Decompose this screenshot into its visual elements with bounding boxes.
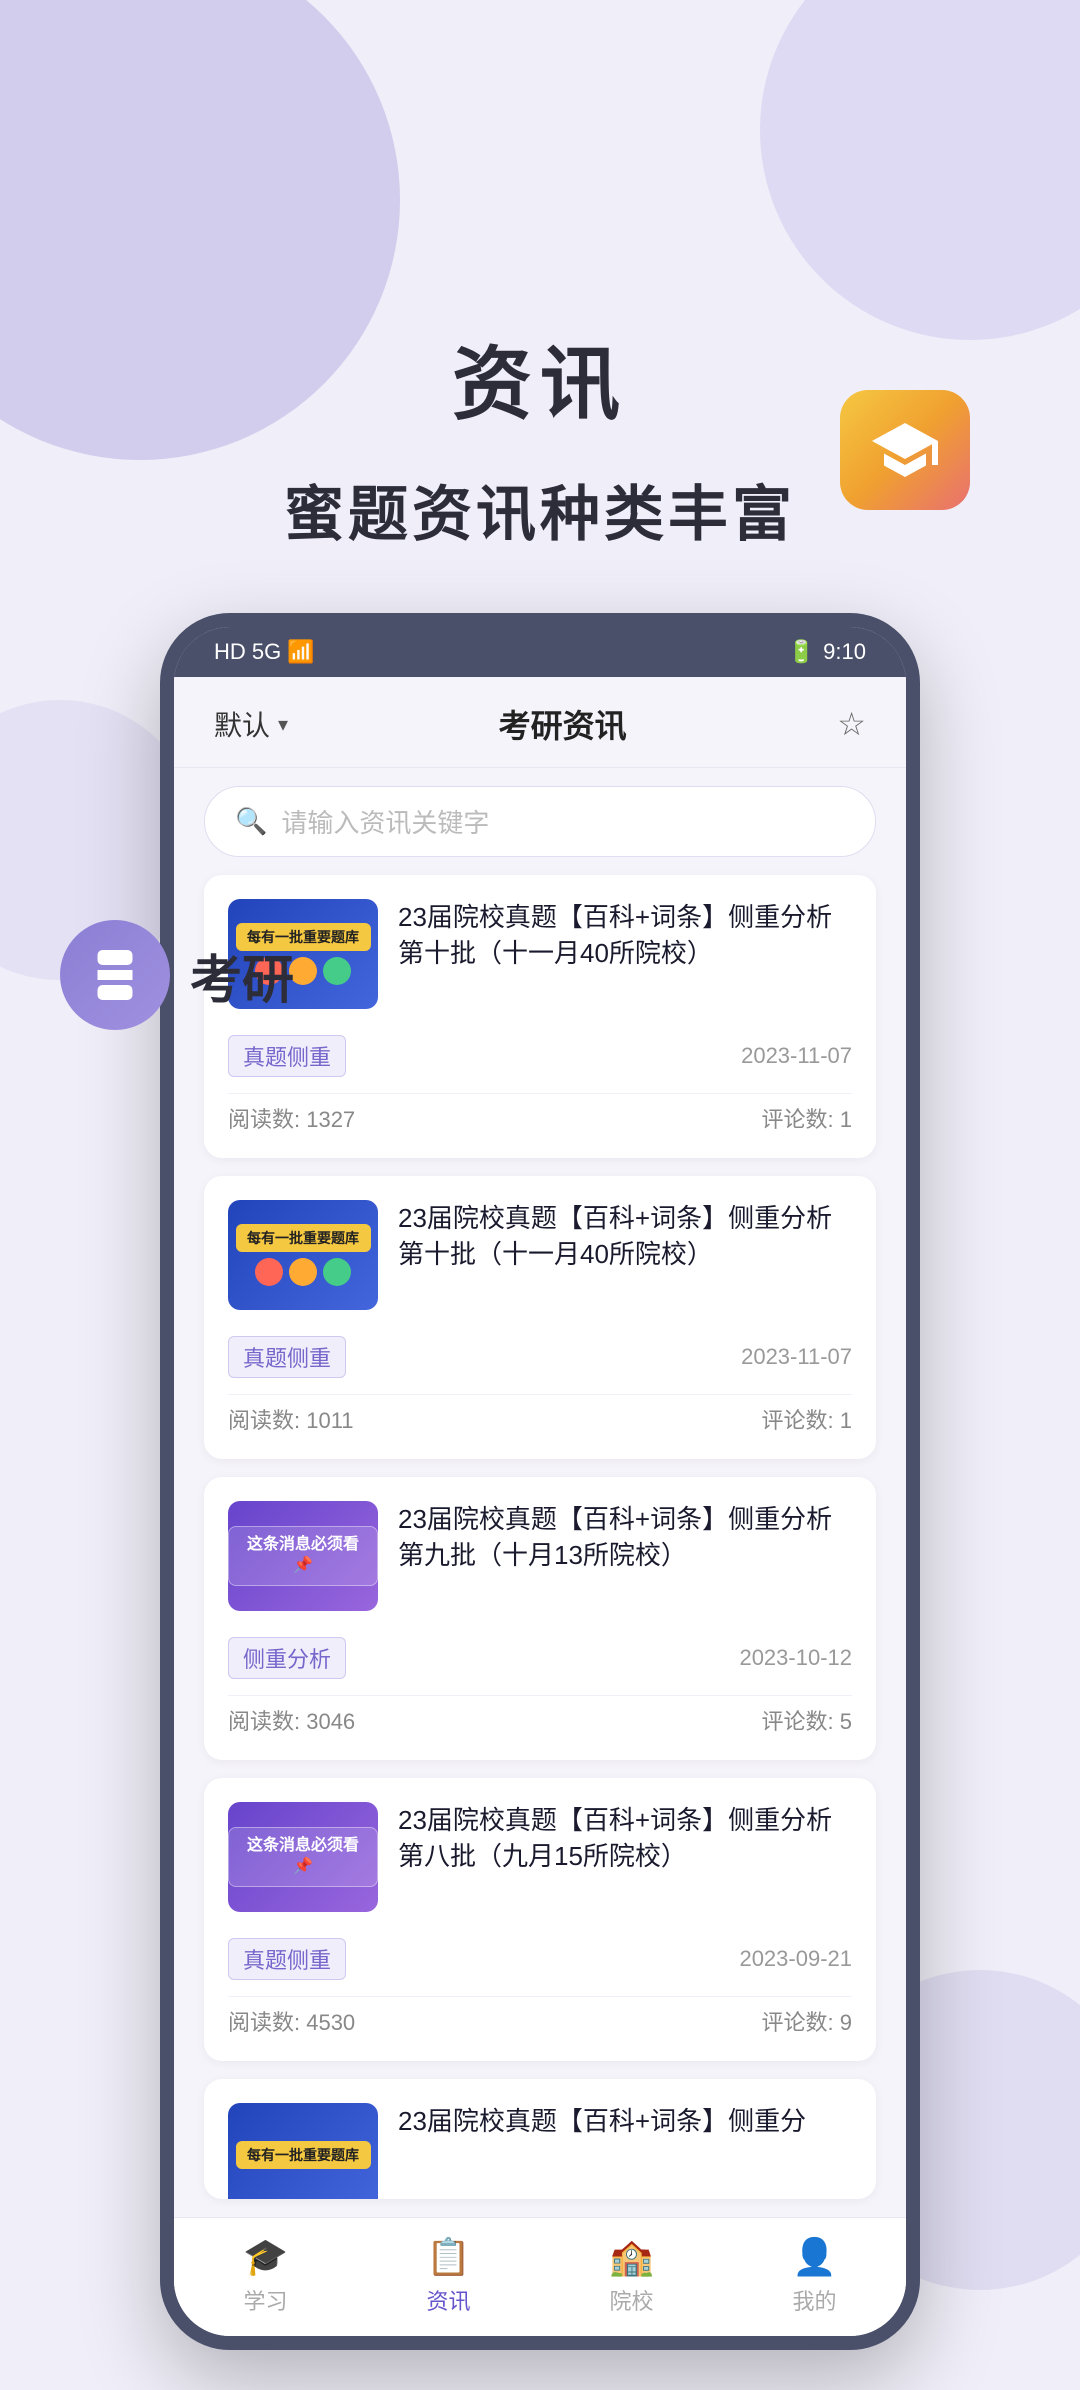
signal-text: HD 5G: [214, 639, 281, 665]
news-thumbnail-5: 每有一批重要题库: [228, 2103, 378, 2199]
news-meta-4: 真题侧重 2023-09-21: [228, 1938, 852, 1980]
kaoyan-badge: 考研: [60, 920, 294, 1030]
news-date-1: 2023-11-07: [741, 1043, 852, 1069]
news-title-wrap-4: 23届院校真题【百科+词条】侧重分析第八批（九月15所院校）: [398, 1802, 852, 1912]
nav-school-label: 院校: [609, 2284, 653, 2316]
news-title-4: 23届院校真题【百科+词条】侧重分析第八批（九月15所院校）: [398, 1802, 852, 1875]
news-meta-2: 真题侧重 2023-11-07: [228, 1336, 852, 1378]
notch: [440, 627, 640, 671]
thumb-purple-4: 这条消息必须看📌: [228, 1802, 378, 1912]
kaoyan-label-text: 考研: [190, 938, 294, 1013]
thumb-dot-6: [323, 1258, 351, 1286]
nav-news-icon: 📋: [426, 2236, 471, 2278]
graduation-cap-svg: [869, 414, 941, 486]
nav-item-study[interactable]: 🎓 学习: [174, 2236, 357, 2316]
grad-cap-icon: [840, 390, 970, 510]
time-display: 9:10: [823, 639, 866, 665]
news-stats-3: 阅读数: 3046 评论数: 5: [228, 1695, 852, 1736]
thumb-banner-2: 每有一批重要题库: [236, 1224, 371, 1252]
app-header: 默认 ▾ 考研资讯 ☆: [174, 677, 906, 768]
news-meta-1: 真题侧重 2023-11-07: [228, 1035, 852, 1077]
nav-study-icon: 🎓: [243, 2236, 288, 2278]
kaoyan-dna-icon: [85, 945, 145, 1005]
news-item-4-top: 这条消息必须看📌 23届院校真题【百科+词条】侧重分析第八批（九月15所院校）: [228, 1802, 852, 1912]
reads-3: 阅读数: 3046: [228, 1704, 355, 1736]
thumb-colorful-2: 每有一批重要题库: [228, 1200, 378, 1310]
news-tag-2: 真题侧重: [228, 1336, 346, 1378]
status-right: 🔋 9:10: [788, 639, 866, 665]
news-title-wrap-3: 23届院校真题【百科+词条】侧重分析第九批（十月13所院校）: [398, 1501, 852, 1611]
news-title-3: 23届院校真题【百科+词条】侧重分析第九批（十月13所院校）: [398, 1501, 852, 1574]
news-stats-4: 阅读数: 4530 评论数: 9: [228, 1996, 852, 2037]
nav-item-news[interactable]: 📋 资讯: [357, 2236, 540, 2316]
news-item-2[interactable]: 每有一批重要题库 23届院校真题【百科+词条】侧重分析第十批（十一月40所院校）: [204, 1176, 876, 1459]
news-title-wrap-2: 23届院校真题【百科+词条】侧重分析第十批（十一月40所院校）: [398, 1200, 852, 1310]
news-title-wrap-1: 23届院校真题【百科+词条】侧重分析第十批（十一月40所院校）: [398, 899, 852, 1009]
news-title-2: 23届院校真题【百科+词条】侧重分析第十批（十一月40所院校）: [398, 1200, 852, 1273]
thumb-colorful-5: 每有一批重要题库: [228, 2103, 378, 2199]
news-item-1[interactable]: 每有一批重要题库 23届院校真题【百科+词条】侧重分析第十批（十一月40所院校）: [204, 875, 876, 1158]
news-thumbnail-3: 这条消息必须看📌: [228, 1501, 378, 1611]
news-title-1: 23届院校真题【百科+词条】侧重分析第十批（十一月40所院校）: [398, 899, 852, 972]
news-thumbnail-2: 每有一批重要题库: [228, 1200, 378, 1310]
search-icon: 🔍: [235, 806, 267, 837]
phone-container: HD 5G 📶 🔋 9:10 默认 ▾ 考研资讯 ☆ 🔍: [0, 613, 1080, 2390]
news-date-4: 2023-09-21: [739, 1946, 852, 1972]
kaoyan-avatar: [60, 920, 170, 1030]
thumb-badge-3: 这条消息必须看📌: [228, 1526, 378, 1586]
status-left: HD 5G 📶: [214, 639, 315, 665]
status-bar: HD 5G 📶 🔋 9:10: [174, 627, 906, 677]
news-item-5-top: 每有一批重要题库 23届院校真题【百科+词条】侧重分: [228, 2103, 852, 2199]
news-tag-4: 真题侧重: [228, 1938, 346, 1980]
battery-icon: 🔋: [788, 639, 815, 665]
reads-2: 阅读数: 1011: [228, 1403, 354, 1435]
news-title-wrap-5: 23届院校真题【百科+词条】侧重分: [398, 2103, 852, 2199]
phone-mockup: HD 5G 📶 🔋 9:10 默认 ▾ 考研资讯 ☆ 🔍: [160, 613, 920, 2350]
news-item-3[interactable]: 这条消息必须看📌 23届院校真题【百科+词条】侧重分析第九批（十月13所院校） …: [204, 1477, 876, 1760]
bottom-nav: 🎓 学习 📋 资讯 🏫 院校 👤 我的: [174, 2217, 906, 2336]
news-date-2: 2023-11-07: [741, 1344, 852, 1370]
news-title-5: 23届院校真题【百科+词条】侧重分: [398, 2103, 852, 2139]
nav-school-icon: 🏫: [609, 2236, 654, 2278]
news-stats-1: 阅读数: 1327 评论数: 1: [228, 1093, 852, 1134]
news-stats-2: 阅读数: 1011 评论数: 1: [228, 1394, 852, 1435]
nav-item-profile[interactable]: 👤 我的: [723, 2236, 906, 2316]
wifi-icon: 📶: [287, 639, 314, 665]
news-item-5-partial[interactable]: 每有一批重要题库 23届院校真题【百科+词条】侧重分: [204, 2079, 876, 2199]
thumb-badge-4: 这条消息必须看📌: [228, 1827, 378, 1887]
thumb-banner-5: 每有一批重要题库: [236, 2141, 371, 2169]
news-date-3: 2023-10-12: [739, 1645, 852, 1671]
thumb-icon-row-2: [255, 1258, 351, 1286]
search-placeholder: 请输入资讯关键字: [281, 803, 489, 840]
thumb-dot-5: [289, 1258, 317, 1286]
default-selector[interactable]: 默认: [214, 704, 270, 744]
news-thumbnail-4: 这条消息必须看📌: [228, 1802, 378, 1912]
thumb-dot-3: [323, 957, 351, 985]
news-item-1-top: 每有一批重要题库 23届院校真题【百科+词条】侧重分析第十批（十一月40所院校）: [228, 899, 852, 1009]
search-bar[interactable]: 🔍 请输入资讯关键字: [204, 786, 876, 857]
nav-profile-icon: 👤: [792, 2236, 837, 2278]
nav-news-label: 资讯: [426, 2284, 470, 2316]
nav-study-label: 学习: [243, 2284, 287, 2316]
reads-4: 阅读数: 4530: [228, 2005, 355, 2037]
comments-1: 评论数: 1: [762, 1102, 852, 1134]
news-list: 每有一批重要题库 23届院校真题【百科+词条】侧重分析第十批（十一月40所院校）: [174, 875, 906, 2199]
comments-2: 评论数: 1: [762, 1403, 852, 1435]
app-header-left[interactable]: 默认 ▾: [214, 704, 288, 744]
news-tag-1: 真题侧重: [228, 1035, 346, 1077]
news-item-3-top: 这条消息必须看📌 23届院校真题【百科+词条】侧重分析第九批（十月13所院校）: [228, 1501, 852, 1611]
thumb-dot-4: [255, 1258, 283, 1286]
comments-3: 评论数: 5: [762, 1704, 852, 1736]
app-header-title: 考研资讯: [499, 701, 627, 747]
news-tag-3: 侧重分析: [228, 1637, 346, 1679]
bookmark-button[interactable]: ☆: [837, 705, 866, 743]
reads-1: 阅读数: 1327: [228, 1102, 355, 1134]
nav-item-school[interactable]: 🏫 院校: [540, 2236, 723, 2316]
news-item-2-top: 每有一批重要题库 23届院校真题【百科+词条】侧重分析第十批（十一月40所院校）: [228, 1200, 852, 1310]
dropdown-arrow-icon[interactable]: ▾: [278, 712, 288, 737]
thumb-purple-3: 这条消息必须看📌: [228, 1501, 378, 1611]
comments-4: 评论数: 9: [762, 2005, 852, 2037]
news-meta-3: 侧重分析 2023-10-12: [228, 1637, 852, 1679]
nav-profile-label: 我的: [792, 2284, 836, 2316]
